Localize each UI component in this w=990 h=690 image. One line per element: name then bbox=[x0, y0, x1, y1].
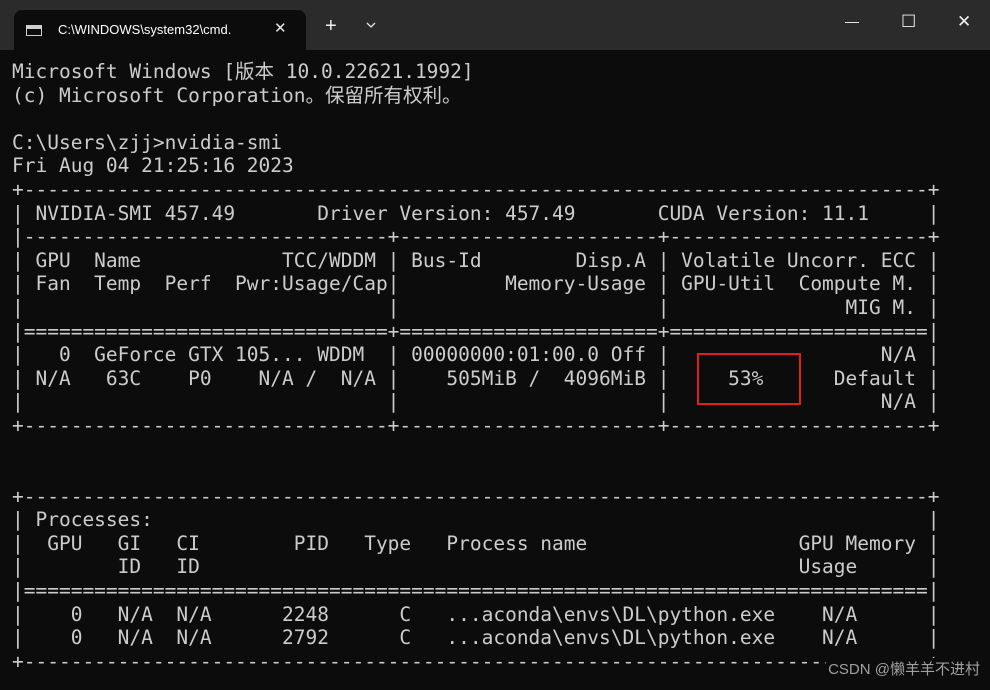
terminal-line: +-------------------------------+-------… bbox=[12, 413, 940, 437]
tab-close-button[interactable]: ✕ bbox=[274, 19, 287, 37]
terminal-line: |===============================+=======… bbox=[12, 319, 940, 343]
terminal-line: |=======================================… bbox=[12, 579, 940, 603]
watermark: CSDN @懒羊羊不进村 bbox=[826, 658, 982, 679]
terminal-line: | GPU GI CI PID Type Process name GPU Me… bbox=[12, 531, 940, 555]
minimize-button[interactable]: — bbox=[845, 13, 859, 29]
title-bar: C:\WINDOWS\system32\cmd. ✕ + — ☐ ✕ bbox=[0, 0, 990, 50]
terminal-line: | 0 N/A N/A 2248 C ...aconda\envs\DL\pyt… bbox=[12, 602, 940, 626]
tab-cmd[interactable]: C:\WINDOWS\system32\cmd. ✕ bbox=[14, 10, 306, 50]
terminal-line: | 0 N/A N/A 2792 C ...aconda\envs\DL\pyt… bbox=[12, 626, 940, 650]
gpu-util-highlight-box bbox=[697, 353, 801, 405]
maximize-button[interactable]: ☐ bbox=[901, 12, 916, 32]
terminal-line: +---------------------------------------… bbox=[12, 484, 940, 508]
terminal-line: (c) Microsoft Corporation。保留所有权利。 bbox=[12, 83, 462, 107]
terminal-line: C:\Users\zjj>nvidia-smi bbox=[12, 130, 283, 154]
terminal-line: +---------------------------------------… bbox=[12, 177, 940, 201]
terminal-line: +---------------------------------------… bbox=[12, 649, 940, 673]
terminal-line: Fri Aug 04 21:25:16 2023 bbox=[12, 154, 294, 178]
terminal-line: | Processes: | bbox=[12, 508, 940, 532]
terminal-line: | GPU Name TCC/WDDM | Bus-Id Disp.A | Vo… bbox=[12, 248, 940, 272]
terminal-line: | | | MIG M. | bbox=[12, 295, 940, 319]
new-tab-button[interactable]: + bbox=[325, 16, 337, 36]
terminal-line: | Fan Temp Perf Pwr:Usage/Cap| Memory-Us… bbox=[12, 272, 940, 296]
terminal-line: |-------------------------------+-------… bbox=[12, 225, 940, 249]
terminal-line: | NVIDIA-SMI 457.49 Driver Version: 457.… bbox=[12, 201, 940, 225]
tab-title: C:\WINDOWS\system32\cmd. bbox=[58, 22, 232, 37]
close-button[interactable]: ✕ bbox=[957, 12, 971, 32]
chevron-down-icon[interactable] bbox=[366, 20, 376, 30]
terminal-line: | ID ID Usage | bbox=[12, 555, 940, 579]
terminal-line: Microsoft Windows [版本 10.0.22621.1992] bbox=[12, 60, 474, 83]
terminal-icon bbox=[26, 25, 42, 36]
